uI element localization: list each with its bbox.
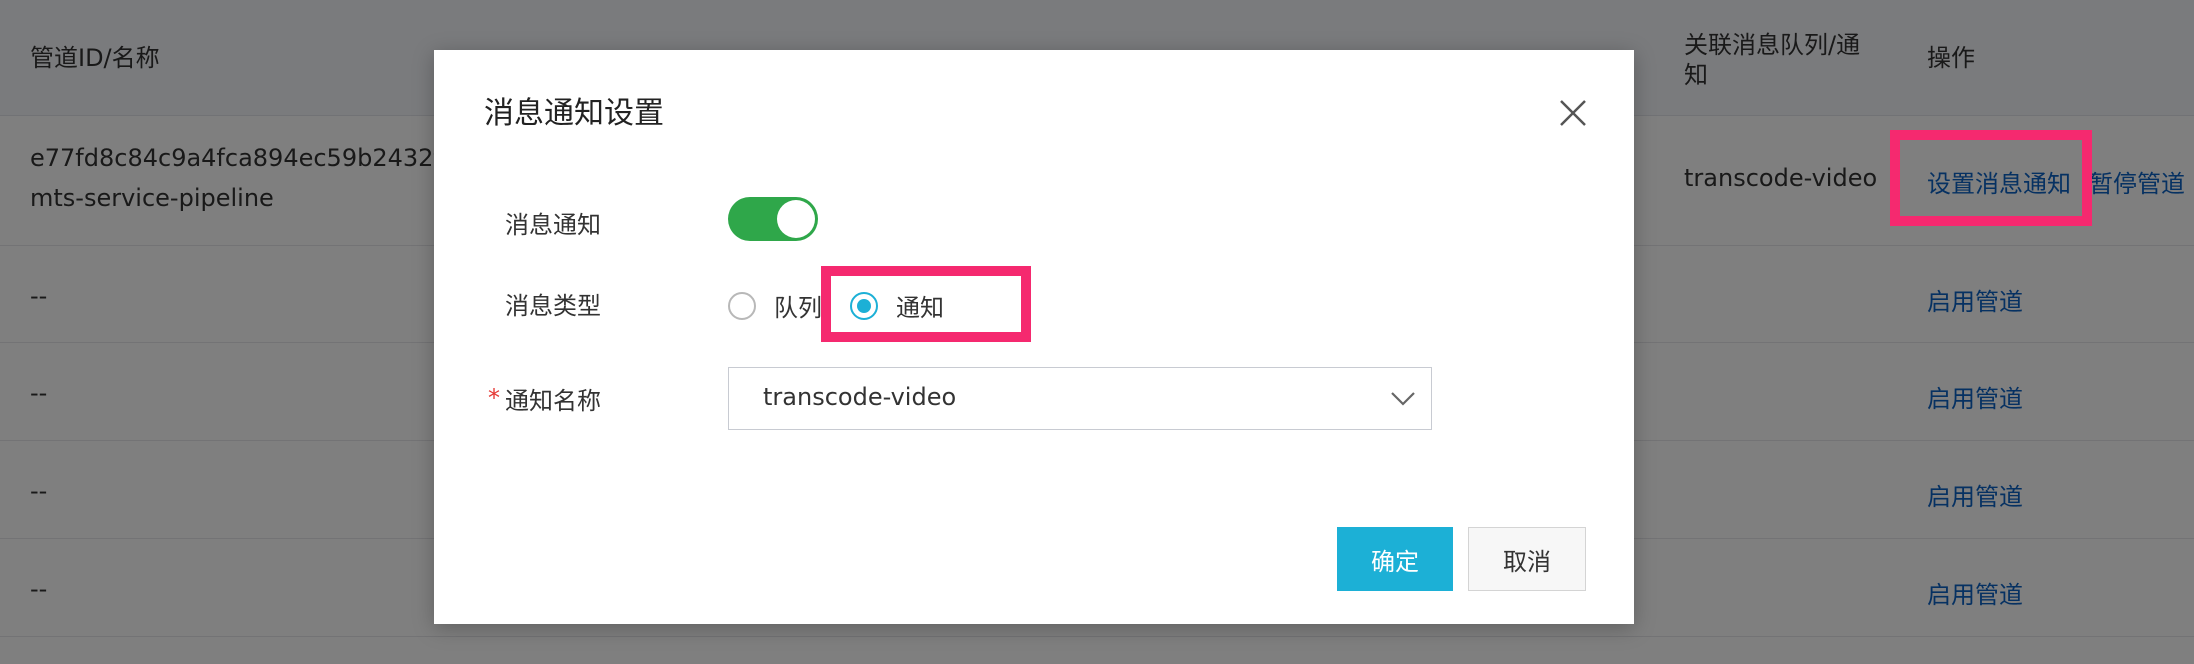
highlight-box-set-notification [1890, 130, 2092, 226]
close-icon[interactable] [1553, 93, 1593, 133]
type-label: 消息类型 [505, 292, 601, 320]
highlight-box-notify-radio [821, 266, 1031, 342]
confirm-button[interactable]: 确定 [1337, 527, 1453, 591]
radio-queue-label: 队列 [774, 294, 822, 322]
notify-label: 消息通知 [505, 211, 601, 239]
name-label: 通知名称 [505, 387, 601, 415]
notify-toggle[interactable] [728, 197, 818, 241]
select-value: transcode-video [763, 383, 957, 411]
notification-settings-dialog: 消息通知设置 消息通知 消息类型 队列 通知 * 通知名称 transcode-… [434, 50, 1634, 624]
dialog-title: 消息通知设置 [484, 96, 664, 131]
radio-button[interactable] [728, 291, 756, 320]
radio-queue[interactable]: 队列 [728, 288, 822, 323]
chevron-down-icon [1389, 390, 1417, 412]
notification-name-select[interactable]: transcode-video [728, 367, 1432, 430]
toggle-knob [777, 200, 815, 238]
cancel-button[interactable]: 取消 [1468, 527, 1586, 591]
required-mark: * [488, 384, 500, 412]
